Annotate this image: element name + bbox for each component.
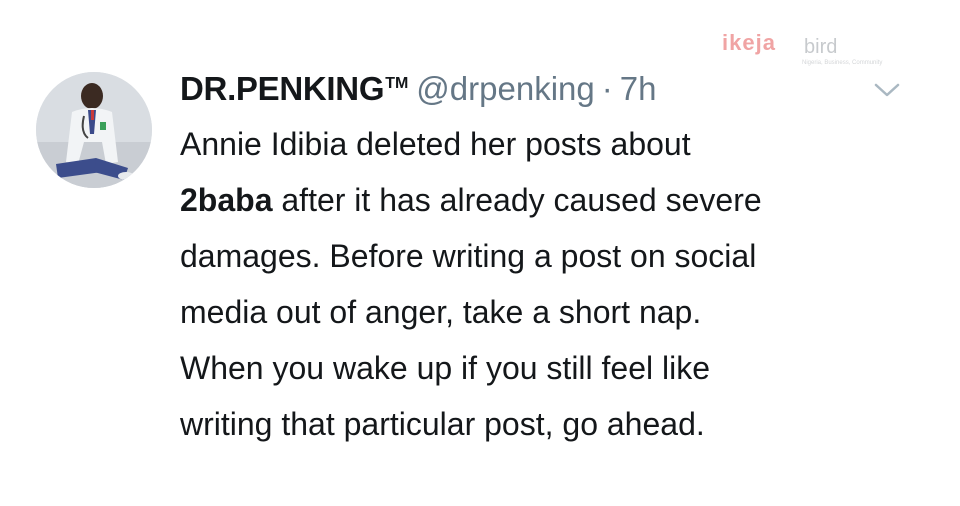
tweet-card: DR.PENKING TM @drpenking · 7h ikeja bird …: [0, 0, 960, 506]
tweet-line-rest: after it has already caused severe: [272, 182, 762, 218]
tweet-header: DR.PENKING TM @drpenking · 7h: [180, 66, 656, 112]
tweet-line: Annie Idibia deleted her posts about: [180, 126, 691, 162]
timestamp[interactable]: 7h: [620, 66, 657, 112]
user-handle[interactable]: @drpenking: [416, 66, 594, 112]
mention-bold: 2baba: [180, 182, 273, 218]
display-name[interactable]: DR.PENKING: [180, 66, 384, 112]
watermark-logo: ikeja bird Nigeria, Business, Community: [722, 24, 882, 72]
trademark-sup: TM: [385, 75, 409, 92]
watermark-brand-a: ikeja: [722, 30, 776, 55]
tweet-line: damages. Before writing a post on social: [180, 238, 757, 274]
avatar[interactable]: [36, 72, 152, 188]
separator-dot: ·: [601, 70, 613, 107]
chevron-down-icon[interactable]: [872, 80, 902, 100]
tweet-line: writing that particular post, go ahead.: [180, 406, 705, 442]
watermark-brand-b: bird: [804, 36, 838, 58]
tweet-text: Annie Idibia deleted her posts about 2ba…: [180, 116, 900, 452]
watermark-tagline: Nigeria, Business, Community: [802, 60, 883, 66]
tweet-line: 2baba after it has already caused severe: [180, 172, 900, 228]
tweet-line: When you wake up if you still feel like: [180, 350, 711, 386]
tweet-line: media out of anger, take a short nap.: [180, 294, 702, 330]
